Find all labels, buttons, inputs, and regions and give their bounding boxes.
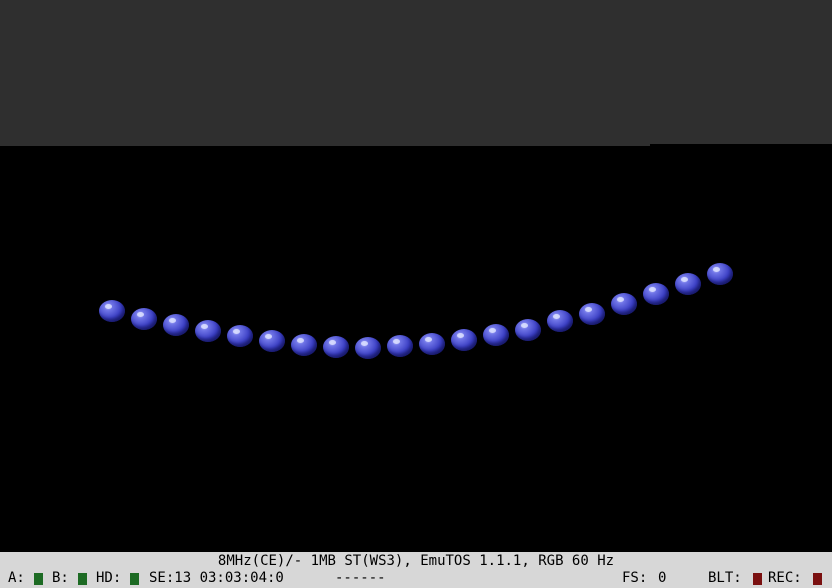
ball-sprite (323, 336, 349, 358)
indicator-row: A: B: HD: SE:13 03:03:04:0 ------ FS: 0 … (0, 570, 832, 587)
ball-sprite (515, 319, 541, 341)
blt-label: BLT: (708, 570, 742, 586)
sector-info: SE:13 03:03:04:0 (149, 570, 284, 586)
ball-sprite (611, 293, 637, 315)
ball-sprite (99, 300, 125, 322)
demo-playfield (0, 146, 832, 552)
ball-sprite (643, 283, 669, 305)
ball-sprite (163, 314, 189, 336)
machine-status-text: 8MHz(CE)/- 1MB ST(WS3), EmuTOS 1.1.1, RG… (217, 553, 615, 569)
hd-led (130, 573, 139, 585)
emulator-screen: 8MHz(CE)/- 1MB ST(WS3), EmuTOS 1.1.1, RG… (0, 0, 832, 588)
ball-sprite (195, 320, 221, 342)
rec-led (813, 573, 822, 585)
blt-led (753, 573, 762, 585)
ball-sprite (707, 263, 733, 285)
ball-sprite (675, 273, 701, 295)
top-border (0, 0, 832, 146)
ball-sprite (419, 333, 445, 355)
ball-sprite (227, 325, 253, 347)
fs-value: 0 (658, 570, 667, 586)
hd-label: HD: (96, 570, 122, 586)
ball-sprite (451, 329, 477, 351)
ball-sprite (387, 335, 413, 357)
rec-label: REC: (768, 570, 802, 586)
emulator-status-bar: 8MHz(CE)/- 1MB ST(WS3), EmuTOS 1.1.1, RG… (0, 552, 832, 588)
ball-sprite (259, 330, 285, 352)
drive-b-led (78, 573, 87, 585)
ball-sprite (547, 310, 573, 332)
ball-sprite (483, 324, 509, 346)
fs-label: FS: (622, 570, 648, 586)
ball-sprite (355, 337, 381, 359)
ball-sprite (291, 334, 317, 356)
drive-b-label: B: (52, 570, 69, 586)
ball-sprite (131, 308, 157, 330)
ball-sprite (579, 303, 605, 325)
drive-a-label: A: (8, 570, 25, 586)
activity-indicator: ------ (335, 570, 386, 586)
drive-a-led (34, 573, 43, 585)
